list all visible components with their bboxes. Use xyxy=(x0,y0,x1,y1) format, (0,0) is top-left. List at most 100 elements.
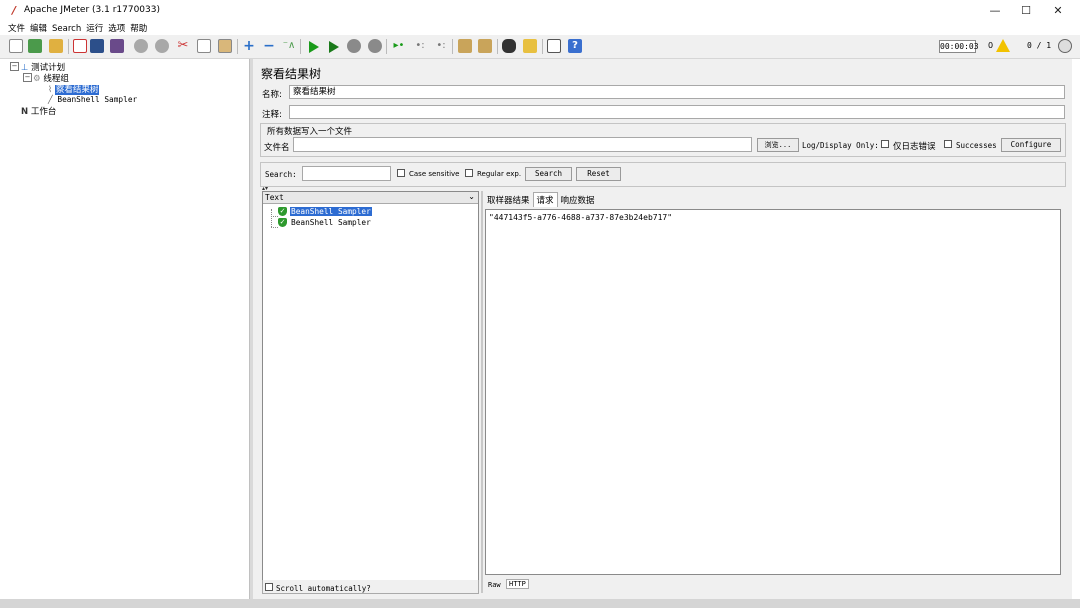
menu-edit[interactable]: 编辑 xyxy=(30,22,47,34)
search-label: Search: xyxy=(265,170,297,179)
search-icon[interactable] xyxy=(502,39,516,53)
copy-icon[interactable] xyxy=(197,39,211,53)
scroll-automatically-checkbox[interactable] xyxy=(265,583,273,591)
toolbar-separator xyxy=(68,39,69,54)
tree-item-workbench[interactable]: N 工作台 xyxy=(21,105,56,117)
reset-search-icon[interactable] xyxy=(523,39,537,53)
regular-exp-checkbox[interactable] xyxy=(465,169,473,177)
name-label: 名称: xyxy=(262,90,282,100)
test-plan-icon: ⊥ xyxy=(21,63,29,73)
shutdown-icon[interactable] xyxy=(368,39,382,53)
case-sensitive-label: Case sensitive xyxy=(409,170,460,178)
sample-result-item[interactable]: BeanShell Sampler xyxy=(290,207,372,216)
open-icon[interactable] xyxy=(49,39,63,53)
tab-http[interactable]: HTTP xyxy=(506,579,529,589)
toolbar-separator xyxy=(452,39,453,54)
cut-icon[interactable]: ✂ xyxy=(176,39,190,53)
browse-button[interactable]: 浏览... xyxy=(757,138,799,152)
jmeter-logo-icon: / xyxy=(12,4,17,17)
warning-count: 0 xyxy=(988,41,994,50)
menu-run[interactable]: 运行 xyxy=(86,22,103,34)
warning-icon[interactable] xyxy=(996,39,1010,52)
tree-item-view-results-tree[interactable]: ⌇ 察看结果树 xyxy=(48,83,100,95)
success-shield-icon: ✓ xyxy=(278,207,287,216)
collapse-icon[interactable]: − xyxy=(262,39,276,53)
sample-result-item[interactable]: BeanShell Sampler xyxy=(291,218,371,227)
start-no-pause-icon[interactable] xyxy=(329,41,339,53)
case-sensitive-checkbox[interactable] xyxy=(397,169,405,177)
save-icon[interactable] xyxy=(90,39,104,53)
maximize-button[interactable]: ☐ xyxy=(1010,0,1042,21)
toolbar-separator xyxy=(497,39,498,54)
collapse-toggle[interactable]: − xyxy=(10,62,19,71)
successes-checkbox[interactable] xyxy=(944,140,952,148)
tree-item-beanshell-sampler[interactable]: ╱ BeanShell Sampler xyxy=(48,95,137,104)
result-tabs: 取样器结果 请求 响应数据 xyxy=(484,192,598,207)
renderer-selected-value: Text xyxy=(265,193,284,202)
listener-icon: ⌇ xyxy=(48,85,53,95)
configure-button[interactable]: Configure xyxy=(1001,138,1061,152)
comments-input[interactable] xyxy=(289,105,1065,119)
chevron-down-icon: ⌄ xyxy=(468,192,475,201)
remote-stop-icon[interactable]: •: xyxy=(413,39,427,53)
search-button[interactable]: Search xyxy=(525,167,572,181)
toolbar-separator xyxy=(542,39,543,54)
clear-all-icon[interactable] xyxy=(478,39,492,53)
clear-icon[interactable] xyxy=(458,39,472,53)
close-icon[interactable] xyxy=(73,39,87,53)
toolbar-separator xyxy=(300,39,301,54)
menu-options[interactable]: 选项 xyxy=(108,22,125,34)
expand-icon[interactable]: + xyxy=(242,39,256,53)
request-content-text: "447143f5-a776-4688-a737-87e3b24eb717" xyxy=(489,213,673,222)
tab-raw[interactable]: Raw xyxy=(488,581,501,589)
toolbar-separator xyxy=(386,39,387,54)
collapse-toggle[interactable]: − xyxy=(23,73,32,82)
toolbar-separator xyxy=(237,39,238,54)
log-display-label: Log/Display Only: xyxy=(802,141,879,150)
name-input[interactable]: 察看结果树 xyxy=(289,85,1065,99)
comments-label: 注释: xyxy=(262,110,282,120)
tree-connector xyxy=(271,216,278,217)
save-as-icon[interactable] xyxy=(110,39,124,53)
tab-response-data[interactable]: 响应数据 xyxy=(558,193,598,207)
reset-button[interactable]: Reset xyxy=(576,167,621,181)
templates-icon[interactable] xyxy=(28,39,42,53)
renderer-select[interactable]: Text ⌄ xyxy=(263,192,478,204)
stop-icon[interactable] xyxy=(347,39,361,53)
errors-checkbox[interactable] xyxy=(881,140,889,148)
minimize-button[interactable]: — xyxy=(979,0,1011,21)
undo-icon[interactable] xyxy=(134,39,148,53)
elapsed-timer: 00:00:03 xyxy=(939,40,979,53)
workbench-icon: N xyxy=(21,107,29,117)
sample-results-list xyxy=(262,191,479,581)
tree-item-label: BeanShell Sampler xyxy=(57,95,138,104)
panel-title: 察看结果树 xyxy=(261,67,322,81)
menu-bar: 文件 编辑 Search 运行 选项 帮助 xyxy=(0,21,1080,35)
help-icon[interactable]: ? xyxy=(568,39,582,53)
menu-file[interactable]: 文件 xyxy=(8,22,25,34)
filename-input[interactable] xyxy=(293,137,752,152)
results-splitter[interactable] xyxy=(481,191,483,593)
remote-status-icon[interactable] xyxy=(1058,39,1072,53)
menu-search[interactable]: Search xyxy=(52,24,81,34)
active-threads: 0 / 1 xyxy=(1027,41,1052,50)
toggle-icon[interactable]: ⁻∧ xyxy=(282,39,296,53)
remote-shutdown-icon[interactable]: •: xyxy=(434,39,448,53)
tree-item-label: 察看结果树 xyxy=(54,85,100,95)
title-bar: / Apache JMeter (3.1 r1770033) — ☐ ✕ xyxy=(0,0,1080,21)
new-icon[interactable] xyxy=(9,39,23,53)
paste-icon[interactable] xyxy=(218,39,232,53)
tree-connector xyxy=(271,209,278,227)
redo-icon[interactable] xyxy=(155,39,169,53)
remote-start-icon[interactable]: ▸• xyxy=(392,39,406,53)
menu-help[interactable]: 帮助 xyxy=(130,22,147,34)
function-helper-icon[interactable] xyxy=(547,39,561,53)
success-shield-icon: ✓ xyxy=(278,218,287,227)
close-window-button[interactable]: ✕ xyxy=(1042,0,1074,21)
start-icon[interactable] xyxy=(309,41,319,53)
successes-label: Successes xyxy=(956,141,997,150)
search-input[interactable] xyxy=(302,166,391,181)
tab-sampler-result[interactable]: 取样器结果 xyxy=(484,193,533,207)
tab-request[interactable]: 请求 xyxy=(532,192,558,207)
window-title: Apache JMeter (3.1 r1770033) xyxy=(24,5,160,15)
